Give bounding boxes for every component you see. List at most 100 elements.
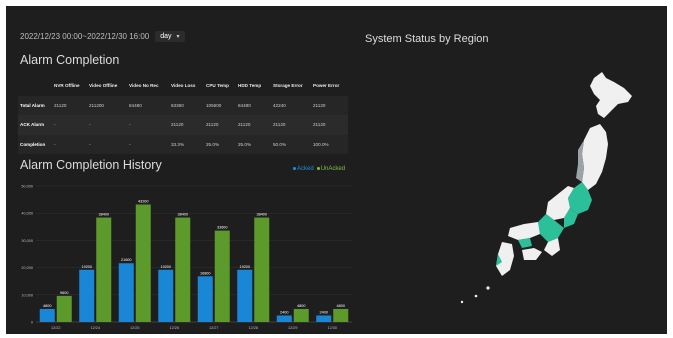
bar-unacked bbox=[135, 204, 151, 322]
bar-acked bbox=[316, 315, 332, 322]
data-label: 4800 bbox=[43, 304, 51, 308]
table-cell: 21120 bbox=[313, 102, 326, 108]
bar-unacked bbox=[175, 217, 191, 322]
bar-acked bbox=[276, 315, 292, 322]
y-tick-label: 30,000 bbox=[21, 239, 33, 243]
table-header-row: NVR Offline Video Offline Video No Rec Vide… bbox=[18, 76, 348, 96]
table-cell: 21120 bbox=[273, 122, 286, 128]
column-header: CPU Temp bbox=[206, 83, 229, 89]
table-row: ACK Alarm - - - 21120 21120 21120 21120 21120 bbox=[18, 115, 348, 135]
table-cell: 21120 bbox=[238, 122, 251, 128]
row-label: Completion bbox=[20, 141, 46, 147]
data-label: 38400 bbox=[98, 213, 109, 217]
data-label: 4800 bbox=[297, 304, 305, 308]
table-cell: 50.0% bbox=[273, 141, 287, 147]
time-unit-select[interactable]: day ▾ bbox=[155, 31, 185, 42]
table-cell: 33.3% bbox=[171, 141, 185, 147]
alarm-completion-table: NVR Offline Video Offline Video No Rec Vide… bbox=[18, 76, 348, 154]
y-tick-label: 50,000 bbox=[21, 185, 33, 189]
bar-unacked bbox=[214, 230, 230, 322]
table-cell: - bbox=[129, 122, 131, 128]
table-cell: 42240 bbox=[273, 102, 286, 108]
map-region-chugoku[interactable] bbox=[508, 222, 540, 240]
data-label: 16800 bbox=[200, 271, 211, 275]
right-panel: System Status by Region bbox=[358, 6, 667, 334]
time-unit-value: day bbox=[160, 33, 172, 40]
x-tick-label: 12/29 bbox=[288, 326, 298, 330]
table-cell: - bbox=[129, 141, 131, 147]
data-label: 4800 bbox=[337, 304, 345, 308]
legend-item-acked[interactable]: Acked bbox=[293, 166, 314, 172]
date-range-text[interactable]: 2022/12/23 00:00~2022/12/30 16:00 bbox=[20, 32, 149, 41]
map-island-4[interactable] bbox=[514, 230, 518, 234]
x-tick-label: 12/28 bbox=[248, 326, 258, 330]
data-label: 19200 bbox=[239, 265, 250, 269]
data-label: 19200 bbox=[81, 265, 92, 269]
map-island-2[interactable] bbox=[474, 294, 478, 298]
y-tick-label: 40,000 bbox=[21, 212, 33, 216]
x-tick-label: 12/25 bbox=[130, 326, 140, 330]
legend-item-unacked[interactable]: UnAcked bbox=[316, 166, 345, 172]
date-filter-row: 2022/12/23 00:00~2022/12/30 16:00 day ▾ bbox=[20, 31, 185, 42]
map-region-tohoku-west[interactable] bbox=[576, 140, 584, 182]
dashboard-screen: 2022/12/23 00:00~2022/12/30 16:00 day ▾ … bbox=[6, 6, 667, 334]
chevron-down-icon: ▾ bbox=[176, 34, 180, 40]
y-tick-label: 20,000 bbox=[21, 266, 33, 270]
table-cell: - bbox=[54, 141, 56, 147]
table-body: Total Alarm 21120 211200 84480 63360 105600 84… bbox=[18, 95, 348, 154]
x-tick-label: 12/24 bbox=[90, 326, 100, 330]
map-region-tohoku[interactable] bbox=[582, 124, 608, 190]
column-header: Video Offline bbox=[89, 83, 118, 89]
bar-unacked bbox=[254, 217, 270, 322]
x-tick-label: 12/27 bbox=[209, 326, 219, 330]
table-cell: 21120 bbox=[171, 122, 184, 128]
map-title: System Status by Region bbox=[365, 33, 489, 45]
table-row: Completion - - - 33.3% 25.0% 25.0% 50.0% 100.0% bbox=[18, 134, 348, 154]
table-cell: 25.0% bbox=[238, 141, 252, 147]
bar-unacked bbox=[96, 217, 112, 322]
table-cell: 84480 bbox=[238, 102, 251, 108]
table-cell: 105600 bbox=[206, 102, 222, 108]
legend-swatch-acked bbox=[293, 166, 296, 170]
alarm-history-chart: 0 10,000 20,000 30,000 40,000 50,000 4800 9600 1… bbox=[21, 185, 352, 330]
bar-acked bbox=[237, 269, 253, 322]
table-cell: 63360 bbox=[171, 102, 184, 108]
x-tick-label: 12/30 bbox=[327, 326, 337, 330]
japan-region-map[interactable] bbox=[418, 66, 658, 306]
bar-unacked bbox=[56, 295, 72, 322]
table-cell: 21120 bbox=[313, 122, 326, 128]
map-region-hokkaido[interactable] bbox=[590, 72, 632, 118]
map-island-3[interactable] bbox=[460, 300, 464, 304]
bar-acked bbox=[197, 276, 213, 322]
row-label: ACK Alarm bbox=[20, 122, 45, 128]
alarm-completion-title: Alarm Completion bbox=[20, 53, 120, 67]
column-header: Power Error bbox=[313, 83, 340, 89]
chart-legend: Acked UnAcked bbox=[293, 166, 345, 172]
column-header: HDD Temp bbox=[238, 83, 262, 89]
y-tick-label: 0 bbox=[31, 321, 33, 325]
bar-acked bbox=[118, 263, 134, 322]
data-label: 33600 bbox=[217, 226, 228, 230]
legend-label-acked: Acked bbox=[297, 166, 314, 172]
bar-unacked bbox=[293, 308, 309, 322]
data-label: 43200 bbox=[138, 199, 149, 203]
map-region-shikoku[interactable] bbox=[522, 248, 542, 260]
column-header bbox=[18, 76, 52, 96]
table-cell: - bbox=[89, 122, 91, 128]
map-region-kansai-south[interactable] bbox=[544, 238, 560, 256]
column-header: NVR Offline bbox=[54, 83, 80, 89]
left-panel: 2022/12/23 00:00~2022/12/30 16:00 day ▾ … bbox=[6, 6, 358, 334]
x-tick-label: 12/26 bbox=[169, 326, 179, 330]
data-label: 19200 bbox=[160, 265, 171, 269]
data-label: 38400 bbox=[256, 213, 267, 217]
data-label: 38400 bbox=[177, 213, 188, 217]
data-label: 2400 bbox=[280, 310, 288, 314]
table-cell: 21120 bbox=[54, 102, 67, 108]
table-cell: 100.0% bbox=[313, 141, 329, 147]
data-label: 2400 bbox=[320, 310, 328, 314]
column-header: Video No Rec bbox=[129, 83, 159, 89]
table-cell: 211200 bbox=[89, 102, 104, 108]
map-island-1[interactable] bbox=[486, 286, 490, 290]
column-header: Video Loss bbox=[171, 83, 196, 89]
table-cell: 25.0% bbox=[206, 141, 220, 147]
